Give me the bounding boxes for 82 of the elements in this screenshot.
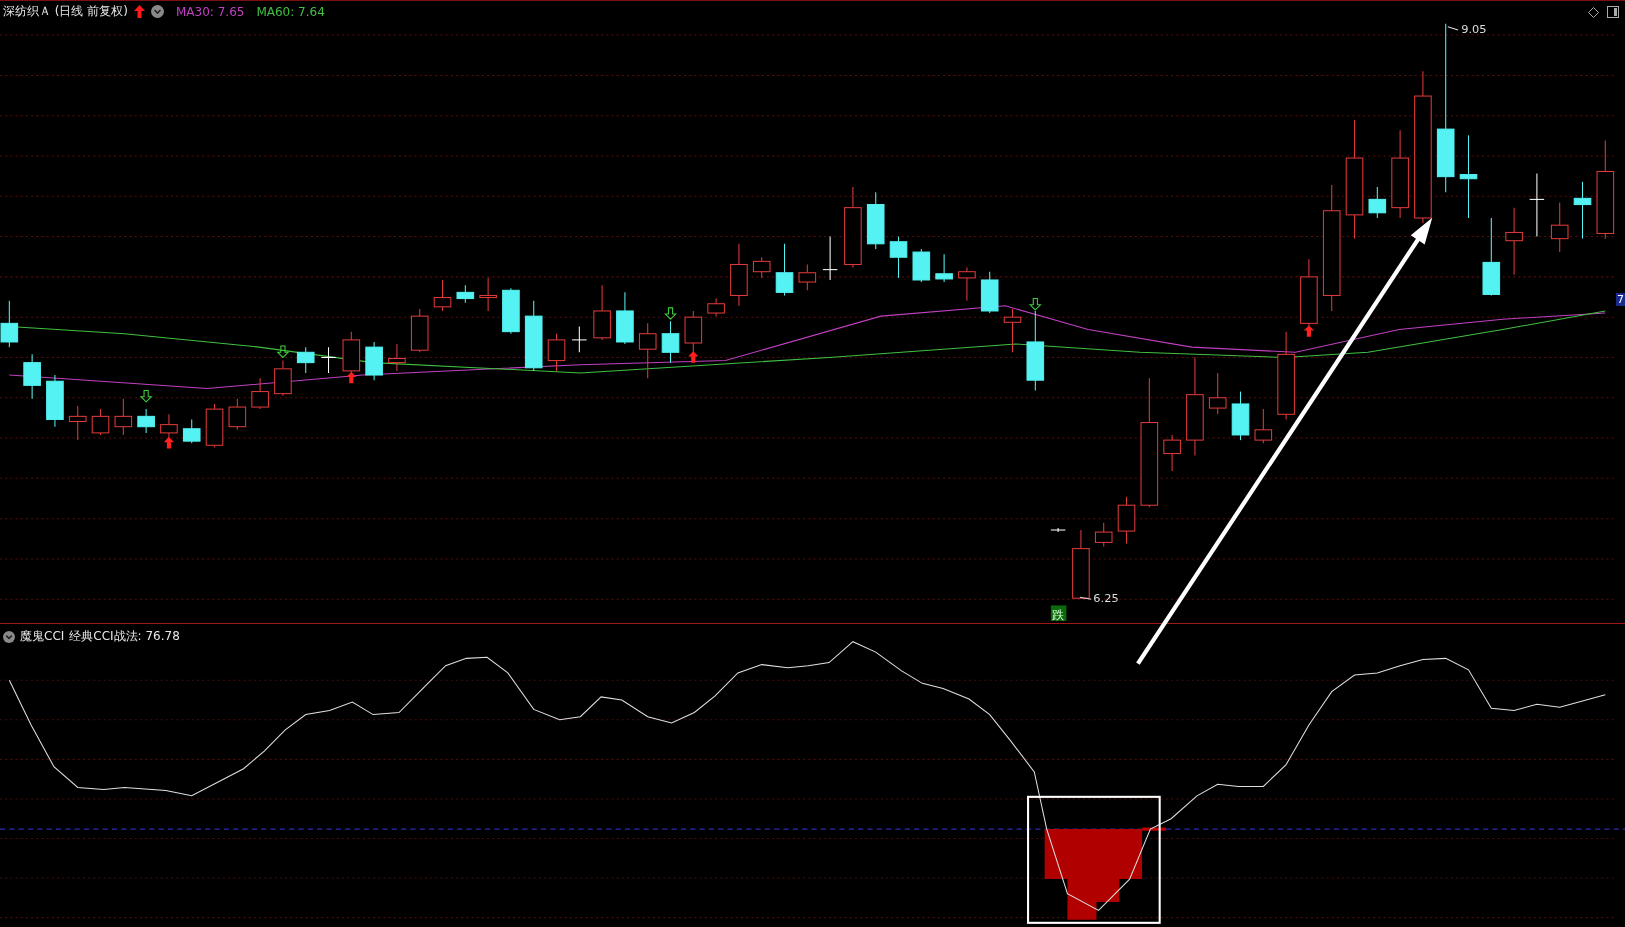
rising-candle xyxy=(228,398,247,431)
falling-candle xyxy=(524,300,543,372)
rising-candle xyxy=(68,405,87,441)
up-arrow-icon xyxy=(346,371,357,384)
cross-candle xyxy=(1050,527,1066,533)
falling-candle xyxy=(1573,181,1592,240)
rising-candle xyxy=(274,360,292,397)
rising-candle xyxy=(1208,372,1227,415)
down-arrow-icon xyxy=(139,390,153,403)
rising-candle xyxy=(1300,258,1318,327)
signal-tag: 跌 xyxy=(1050,605,1067,622)
up-arrow-icon xyxy=(163,437,175,449)
falling-candle xyxy=(502,287,520,335)
falling-candle xyxy=(935,253,953,283)
diamond-icon[interactable] xyxy=(1588,6,1599,18)
rising-candle xyxy=(593,284,611,341)
chart-title: 深纺织Ａ (日线 前复权) xyxy=(3,3,128,20)
cross-candle xyxy=(822,236,838,281)
rising-candle xyxy=(205,403,224,448)
rising-candle xyxy=(638,322,657,379)
falling-candle xyxy=(1231,391,1250,441)
rising-candle xyxy=(684,310,703,353)
panel-icon[interactable] xyxy=(1607,6,1619,18)
signal-bar xyxy=(1142,827,1166,831)
moving-average-value: MA60: 7.64 xyxy=(256,4,325,19)
up-arrow-icon xyxy=(1303,325,1315,337)
cross-candle xyxy=(571,325,588,353)
rising-candle xyxy=(160,413,178,441)
price-edge-label: 7 xyxy=(1616,293,1625,306)
rising-candle xyxy=(730,243,748,307)
rising-candle xyxy=(958,267,976,302)
up-arrow-icon xyxy=(688,351,699,363)
falling-candle xyxy=(912,248,931,283)
leader-line xyxy=(1447,26,1459,31)
rising-candle xyxy=(433,279,452,312)
falling-candle xyxy=(23,353,41,400)
rising-candle xyxy=(1254,408,1273,444)
rising-candle xyxy=(752,256,771,279)
high-price-label: 9.05 xyxy=(1461,22,1487,37)
falling-candle xyxy=(46,374,64,428)
rising-candle xyxy=(1117,496,1136,544)
rising-candle xyxy=(798,263,817,291)
indicator-name: 魔鬼CCI xyxy=(20,628,65,645)
cross-candle xyxy=(1529,173,1545,238)
leader-line xyxy=(1079,596,1092,600)
falling-candle xyxy=(296,346,315,374)
falling-candle xyxy=(137,408,155,434)
falling-candle xyxy=(1368,186,1387,219)
rising-candle xyxy=(707,298,725,317)
rising-candle xyxy=(1094,522,1113,548)
falling-candle xyxy=(365,341,383,381)
rising-candle xyxy=(91,408,110,436)
indicator-readout: 经典CCI战法: 76.78 xyxy=(69,628,180,645)
down-arrow-icon xyxy=(664,307,677,320)
falling-candle xyxy=(456,284,475,304)
cross-candle xyxy=(320,346,337,374)
falling-candle xyxy=(980,271,999,314)
rising-candle xyxy=(1163,434,1181,472)
falling-candle xyxy=(866,191,885,250)
falling-candle xyxy=(889,236,908,279)
up-arrow-icon xyxy=(134,5,145,18)
rising-candle xyxy=(479,277,497,312)
falling-candle xyxy=(775,243,794,296)
rising-candle xyxy=(410,308,429,353)
rising-candle xyxy=(547,333,566,372)
chevron-down-icon[interactable] xyxy=(3,630,15,643)
rising-candle xyxy=(1003,308,1022,353)
rising-candle xyxy=(251,377,269,410)
falling-candle xyxy=(616,291,634,345)
falling-candle xyxy=(0,300,19,348)
rising-candle xyxy=(388,343,406,372)
rising-candle xyxy=(1550,201,1569,253)
low-price-label: 6.25 xyxy=(1093,591,1119,606)
rising-candle xyxy=(1072,529,1090,599)
down-arrow-icon xyxy=(1028,298,1042,311)
falling-candle xyxy=(661,320,680,364)
down-arrow-icon xyxy=(276,345,290,359)
chevron-down-icon[interactable] xyxy=(151,5,164,18)
moving-average-value: MA30: 7.65 xyxy=(176,4,245,19)
falling-candle xyxy=(182,418,201,444)
rising-candle xyxy=(114,398,133,436)
rising-candle xyxy=(1505,207,1523,276)
